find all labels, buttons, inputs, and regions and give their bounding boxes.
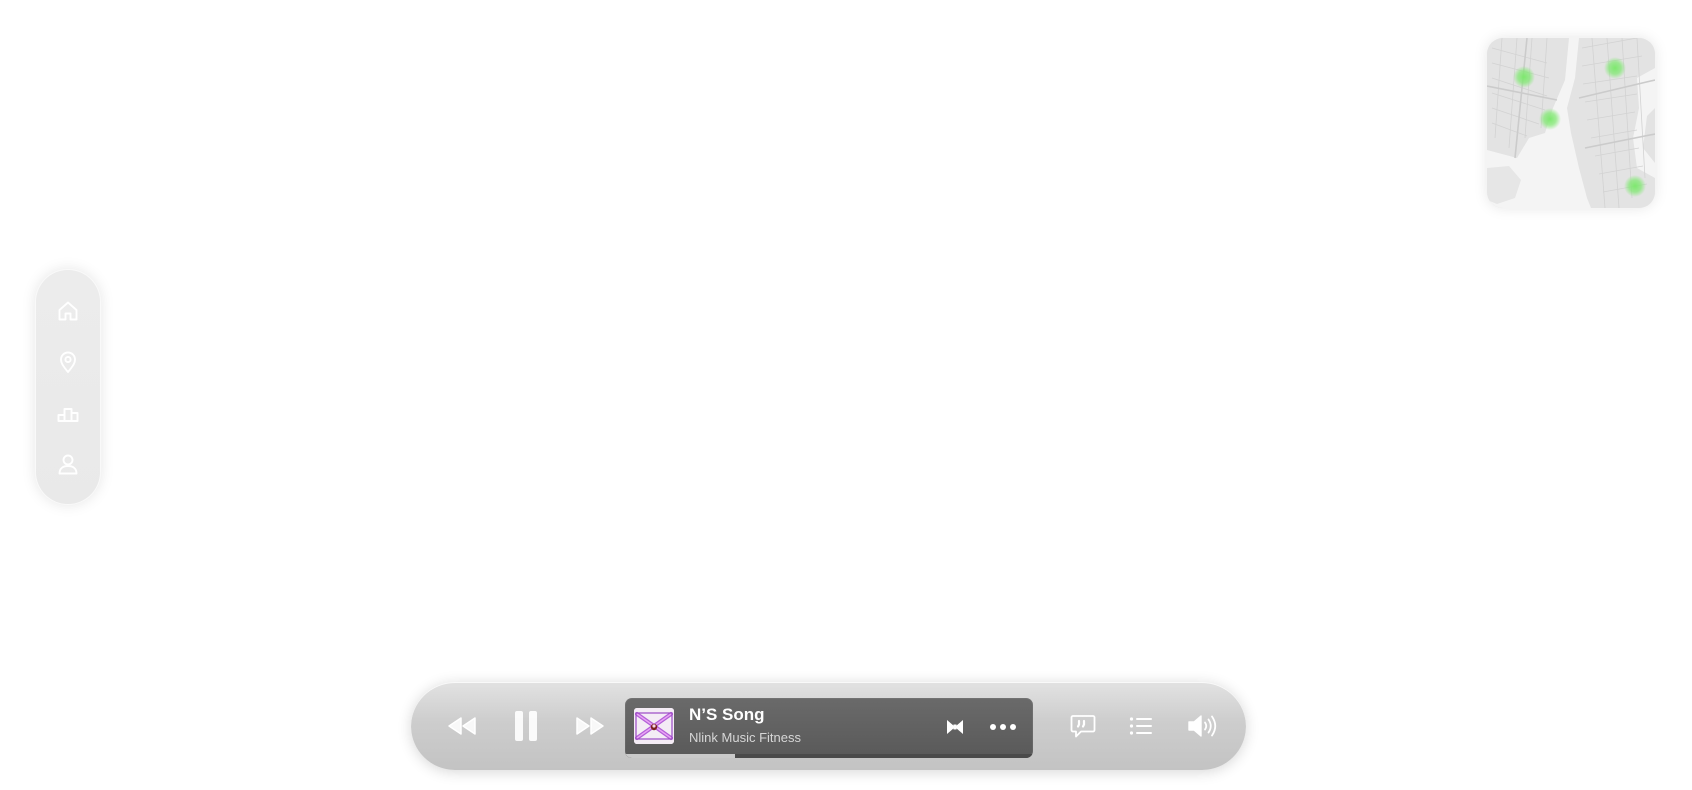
lyrics-icon — [1070, 714, 1096, 737]
volume-button[interactable] — [1177, 682, 1229, 770]
map-pin-icon — [60, 351, 76, 373]
app-canvas: N’S Song Nlink Music Fitness — [0, 0, 1692, 790]
fast-forward-button[interactable] — [559, 682, 621, 770]
rewind-button[interactable] — [431, 682, 493, 770]
map-marker[interactable] — [1513, 66, 1535, 88]
map-marker[interactable] — [1624, 175, 1646, 197]
home-icon — [58, 301, 78, 320]
fast-forward-icon — [576, 717, 604, 735]
playback-mode-button[interactable] — [941, 714, 969, 740]
rewind-icon — [448, 717, 476, 735]
track-artist: Nlink Music Fitness — [689, 730, 801, 745]
nav-profile-button[interactable] — [51, 448, 85, 479]
queue-button[interactable] — [1117, 682, 1165, 770]
map-marker[interactable] — [1539, 108, 1561, 130]
track-title: N’S Song — [689, 705, 765, 724]
bowtie-icon — [947, 720, 963, 734]
album-cover — [634, 708, 674, 744]
nav-home-button[interactable] — [51, 295, 85, 326]
more-options-button[interactable] — [987, 714, 1019, 740]
side-navigation — [35, 269, 101, 505]
lyrics-button[interactable] — [1059, 682, 1107, 770]
album-art-image — [634, 708, 674, 744]
now-playing-card[interactable]: N’S Song Nlink Music Fitness — [625, 698, 1033, 758]
user-icon — [58, 454, 78, 474]
queue-list-icon — [1129, 717, 1152, 735]
pause-icon — [515, 711, 537, 741]
nav-leaderboard-button[interactable] — [51, 397, 85, 428]
track-progress-bar[interactable] — [625, 754, 1033, 758]
music-player-bar: N’S Song Nlink Music Fitness — [411, 682, 1246, 770]
track-progress-fill — [625, 754, 736, 758]
map-marker[interactable] — [1604, 57, 1626, 79]
minimap[interactable] — [1487, 38, 1655, 208]
podium-icon — [57, 407, 79, 422]
minimap-view — [1487, 38, 1655, 208]
volume-icon — [1188, 715, 1217, 737]
pause-button[interactable] — [495, 682, 557, 770]
nav-location-button[interactable] — [51, 346, 85, 377]
more-icon — [990, 724, 1016, 730]
